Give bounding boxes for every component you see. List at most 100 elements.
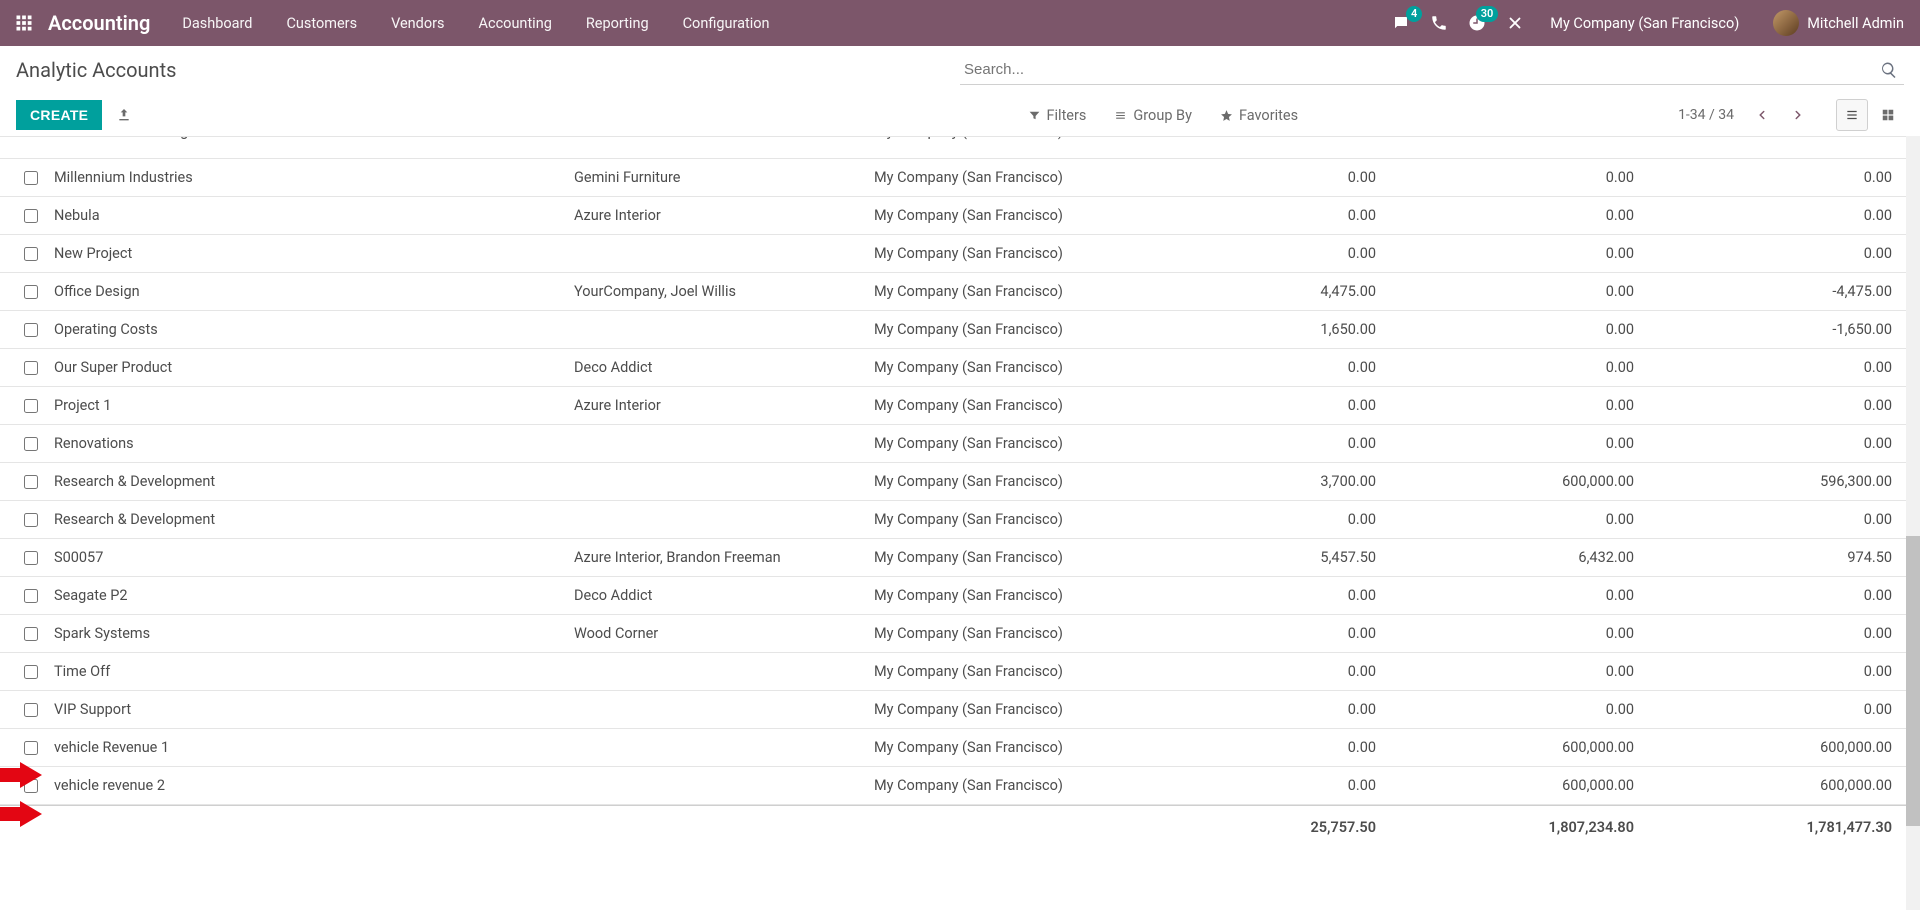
pager-text: 1-34 / 34 — [1678, 107, 1734, 123]
menu-configuration[interactable]: Configuration — [669, 9, 784, 38]
systray: 4 30 My Company (San Francisco) Mitchell… — [1392, 10, 1910, 36]
groupby-button[interactable]: Group By — [1114, 107, 1192, 124]
cell-credit: 0.00 — [1384, 359, 1642, 376]
cell-customer: Wood Corner — [566, 625, 866, 642]
cell-company: My Company (San Francisco) — [866, 511, 1126, 528]
pager-next[interactable] — [1782, 99, 1814, 131]
table-row[interactable]: Project 1Azure InteriorMy Company (San F… — [0, 387, 1920, 425]
cell-debit: 0.00 — [1126, 625, 1384, 642]
user-menu[interactable]: Mitchell Admin — [1773, 10, 1910, 36]
cell-name: vehicle Revenue 1 — [46, 739, 566, 756]
table-row[interactable]: Spark SystemsWood CornerMy Company (San … — [0, 615, 1920, 653]
apps-icon[interactable] — [10, 9, 38, 37]
pager-prev[interactable] — [1746, 99, 1778, 131]
close-icon[interactable] — [1506, 14, 1524, 32]
list-icon — [1114, 109, 1127, 122]
menu-customers[interactable]: Customers — [272, 9, 371, 38]
table-row[interactable]: Research & DevelopmentMy Company (San Fr… — [0, 501, 1920, 539]
row-checkbox[interactable] — [16, 209, 46, 223]
table-row[interactable]: vehicle Revenue 1My Company (San Francis… — [0, 729, 1920, 767]
menu-dashboard[interactable]: Dashboard — [168, 9, 266, 38]
search-icon[interactable] — [1874, 61, 1904, 79]
table-row[interactable]: VIP SupportMy Company (San Francisco)0.0… — [0, 691, 1920, 729]
cell-debit: 4,475.00 — [1126, 283, 1384, 300]
row-checkbox[interactable] — [16, 703, 46, 717]
table-row[interactable]: New ProjectMy Company (San Francisco)0.0… — [0, 235, 1920, 273]
table-row[interactable]: Time OffMy Company (San Francisco)0.000.… — [0, 653, 1920, 691]
kanban-view-button[interactable] — [1872, 99, 1904, 131]
cell-credit: 600,000.00 — [1384, 777, 1642, 794]
table-row[interactable]: Our Super ProductDeco AddictMy Company (… — [0, 349, 1920, 387]
cell-name: vehicle revenue 2 — [46, 777, 566, 794]
table-row[interactable]: Research & DevelopmentMy Company (San Fr… — [0, 463, 1920, 501]
menu-accounting[interactable]: Accounting — [465, 9, 566, 38]
cell-balance: 600,000.00 — [1642, 777, 1920, 794]
search-input[interactable] — [960, 55, 1874, 84]
activities-badge: 30 — [1476, 6, 1499, 22]
row-checkbox[interactable] — [16, 513, 46, 527]
create-button[interactable]: CREATE — [16, 100, 102, 130]
cell-name: New Project — [46, 245, 566, 262]
row-checkbox[interactable] — [16, 589, 46, 603]
table-row[interactable]: Millennium IndustriesGemini FurnitureMy … — [0, 159, 1920, 197]
row-checkbox[interactable] — [16, 247, 46, 261]
list-view-button[interactable] — [1836, 99, 1868, 131]
filters-button[interactable]: Filters — [1028, 107, 1087, 124]
cell-name: Research & Development — [46, 473, 566, 490]
menu-reporting[interactable]: Reporting — [572, 9, 663, 38]
cell-credit: 0.00 — [1384, 511, 1642, 528]
cell-balance: 600,000.00 — [1642, 739, 1920, 756]
row-checkbox[interactable] — [16, 285, 46, 299]
app-title[interactable]: Accounting — [48, 11, 150, 35]
cell-credit: 0.00 — [1384, 283, 1642, 300]
activities-icon[interactable]: 30 — [1468, 14, 1486, 32]
cell-name: Our Super Product — [46, 359, 566, 376]
row-checkbox[interactable] — [16, 627, 46, 641]
phone-icon[interactable] — [1430, 14, 1448, 32]
table-row[interactable]: vehicle revenue 2My Company (San Francis… — [0, 767, 1920, 805]
scrollbar-thumb[interactable] — [1906, 536, 1920, 826]
cell-debit: 0.00 — [1126, 663, 1384, 680]
menu-vendors[interactable]: Vendors — [377, 9, 458, 38]
row-checkbox[interactable] — [16, 779, 46, 793]
row-checkbox[interactable] — [16, 551, 46, 565]
cell-company: My Company (San Francisco) — [866, 137, 1126, 140]
scrollbar-track[interactable] — [1906, 136, 1920, 910]
row-checkbox[interactable] — [16, 741, 46, 755]
total-balance: 1,781,477.30 — [1642, 819, 1920, 836]
import-button[interactable] — [116, 107, 132, 123]
cell-debit: 0.00 — [1126, 701, 1384, 718]
row-checkbox[interactable] — [16, 399, 46, 413]
table-row[interactable]: RenovationsMy Company (San Francisco)0.0… — [0, 425, 1920, 463]
cell-customer: Gemini Furniture — [566, 169, 866, 186]
cell-company: My Company (San Francisco) — [866, 663, 1126, 680]
cell-company: My Company (San Francisco) — [866, 321, 1126, 338]
table-row[interactable]: NebulaAzure InteriorMy Company (San Fran… — [0, 197, 1920, 235]
table-row[interactable]: Seagate P2Deco AddictMy Company (San Fra… — [0, 577, 1920, 615]
table-row[interactable]: Luminous TechnologiesGemini FurnitureMy … — [0, 137, 1920, 159]
table-row[interactable]: Operating CostsMy Company (San Francisco… — [0, 311, 1920, 349]
messages-icon[interactable]: 4 — [1392, 14, 1410, 32]
cell-balance: 0.00 — [1642, 245, 1920, 262]
row-checkbox[interactable] — [16, 475, 46, 489]
cell-debit: 0.00 — [1126, 511, 1384, 528]
row-checkbox[interactable] — [16, 171, 46, 185]
company-selector[interactable]: My Company (San Francisco) — [1550, 15, 1739, 32]
cell-debit: 0.00 — [1126, 435, 1384, 452]
cell-company: My Company (San Francisco) — [866, 701, 1126, 718]
table-row[interactable]: Office DesignYourCompany, Joel WillisMy … — [0, 273, 1920, 311]
pager: 1-34 / 34 — [1678, 99, 1904, 131]
cell-company: My Company (San Francisco) — [866, 625, 1126, 642]
row-checkbox[interactable] — [16, 437, 46, 451]
groupby-label: Group By — [1133, 107, 1192, 124]
favorites-button[interactable]: Favorites — [1220, 107, 1298, 124]
breadcrumb: Analytic Accounts — [0, 58, 960, 82]
cell-customer: Azure Interior, Brandon Freeman — [566, 549, 866, 566]
cell-credit: 0.00 — [1384, 207, 1642, 224]
row-checkbox[interactable] — [16, 665, 46, 679]
table-row[interactable]: S00057Azure Interior, Brandon FreemanMy … — [0, 539, 1920, 577]
row-checkbox[interactable] — [16, 361, 46, 375]
row-checkbox[interactable] — [16, 323, 46, 337]
cell-customer: Deco Addict — [566, 587, 866, 604]
cell-credit: 0.00 — [1384, 169, 1642, 186]
